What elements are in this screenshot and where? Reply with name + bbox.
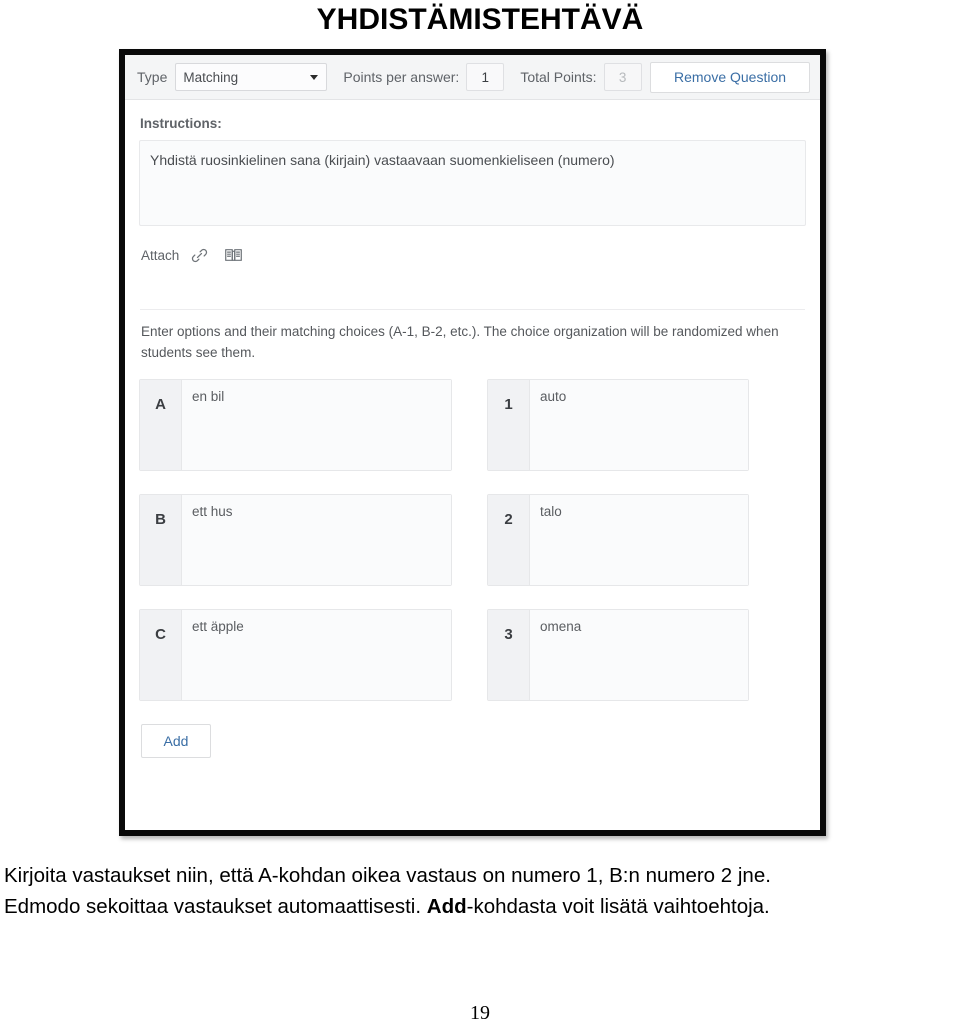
caption-add-emphasis: Add (426, 895, 467, 918)
edmodo-question-card: Type Matching Points per answer: 1 Total… (125, 55, 820, 830)
option-key-label: A (140, 380, 182, 470)
choice-key-label: 1 (488, 380, 530, 470)
pair-row: B ett hus 2 talo (139, 494, 806, 586)
question-toolbar: Type Matching Points per answer: 1 Total… (125, 55, 820, 100)
option-cell[interactable]: A en bil (139, 379, 452, 471)
total-points-label: Total Points: (520, 69, 597, 85)
option-value-input[interactable]: en bil (182, 380, 451, 470)
option-value-input[interactable]: ett hus (182, 495, 451, 585)
section-divider (140, 309, 805, 310)
pair-row: C ett äpple 3 omena (139, 609, 806, 701)
option-cell[interactable]: B ett hus (139, 494, 452, 586)
chevron-down-icon (310, 74, 319, 80)
matching-hint-text: Enter options and their matching choices… (141, 324, 779, 360)
caption-line-2-before: Edmodo sekoittaa vastaukset automaattise… (4, 895, 427, 918)
attach-label: Attach (141, 247, 180, 263)
choice-cell[interactable]: 2 talo (487, 494, 749, 586)
library-icon[interactable] (223, 245, 245, 265)
type-label: Type (137, 69, 168, 85)
page-title: YHDISTÄMISTEHTÄVÄ (316, 3, 644, 36)
matching-pairs-list: A en bil 1 auto B ett hus 2 talo C ett ä… (139, 379, 806, 701)
caption: Kirjoita vastaukset niin, että A-kohdan … (4, 860, 956, 922)
choice-value-input[interactable]: auto (530, 380, 748, 470)
option-cell[interactable]: C ett äpple (139, 609, 452, 701)
link-icon[interactable] (189, 245, 211, 265)
question-type-value: Matching (183, 69, 239, 85)
total-points-value: 3 (603, 63, 642, 91)
attach-row: Attach (141, 242, 806, 268)
choice-cell[interactable]: 1 auto (487, 379, 749, 471)
instructions-input[interactable]: Yhdistä ruosinkielinen sana (kirjain) va… (139, 140, 806, 226)
instructions-label: Instructions: (140, 116, 222, 131)
option-key-label: B (140, 495, 182, 585)
option-value-input[interactable]: ett äpple (182, 610, 451, 700)
add-option-button[interactable]: Add (141, 724, 211, 758)
screenshot-frame: Type Matching Points per answer: 1 Total… (119, 49, 826, 836)
pair-row: A en bil 1 auto (139, 379, 806, 471)
question-type-select[interactable]: Matching (175, 63, 328, 91)
choice-cell[interactable]: 3 omena (487, 609, 749, 701)
points-per-answer-label: Points per answer: (343, 69, 460, 85)
caption-line-1: Kirjoita vastaukset niin, että A-kohdan … (4, 864, 771, 887)
caption-line-2-after: -kohdasta voit lisätä vaihtoehtoja. (466, 895, 770, 918)
remove-question-button[interactable]: Remove Question (650, 61, 810, 93)
choice-value-input[interactable]: omena (530, 610, 748, 700)
choice-value-input[interactable]: talo (530, 495, 748, 585)
option-key-label: C (140, 610, 182, 700)
question-body: Instructions: Yhdistä ruosinkielinen san… (125, 116, 820, 758)
choice-key-label: 2 (488, 495, 530, 585)
page-number: 19 (470, 1002, 490, 1024)
choice-key-label: 3 (488, 610, 530, 700)
points-per-answer-input[interactable]: 1 (466, 63, 505, 91)
